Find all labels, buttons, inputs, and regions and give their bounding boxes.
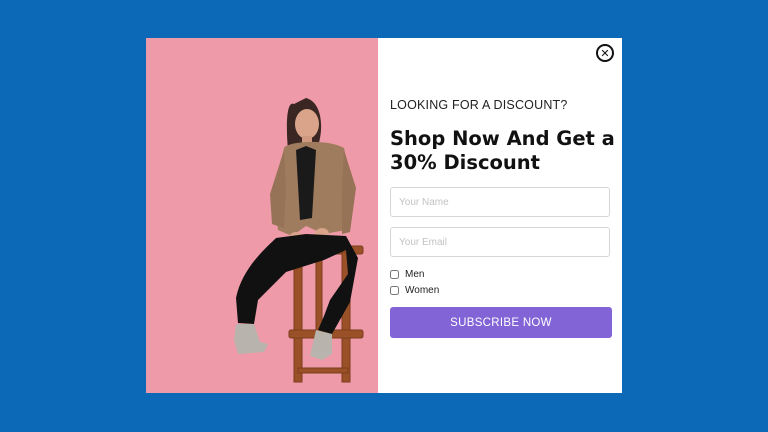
name-input[interactable]	[390, 187, 610, 217]
close-icon[interactable]: ✕	[596, 44, 614, 62]
option-women[interactable]: Women	[390, 285, 439, 296]
men-label: Men	[405, 269, 425, 280]
email-input[interactable]	[390, 227, 610, 257]
discount-popup: ✕ LOOKING FOR A DISCOUNT? Shop Now And G…	[146, 38, 622, 393]
women-label: Women	[405, 285, 440, 296]
men-checkbox[interactable]	[390, 270, 399, 279]
women-checkbox[interactable]	[390, 286, 399, 295]
eyebrow-text: LOOKING FOR A DISCOUNT?	[390, 98, 568, 112]
signup-panel: ✕ LOOKING FOR A DISCOUNT? Shop Now And G…	[378, 38, 622, 393]
model-illustration	[234, 98, 364, 383]
option-men[interactable]: Men	[390, 269, 424, 280]
subscribe-button[interactable]: SUBSCRIBE NOW	[390, 307, 612, 338]
model-photo	[146, 38, 378, 393]
popup-headline: Shop Now And Get a 30% Discount	[390, 127, 615, 174]
